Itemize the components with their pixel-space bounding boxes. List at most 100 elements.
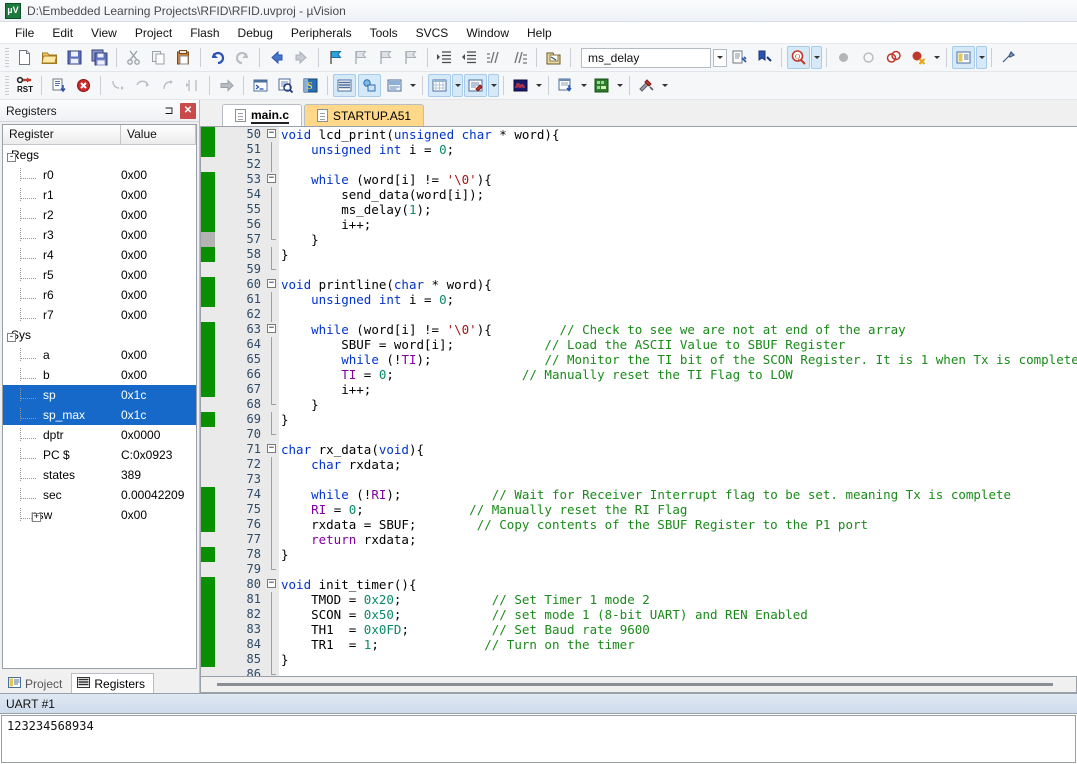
- toolbox-icon[interactable]: [635, 74, 658, 97]
- search-input[interactable]: [586, 49, 708, 66]
- symbols-icon[interactable]: S: [299, 74, 322, 97]
- registers-tree[interactable]: Register Value - Regs r0 0x00 r1 0x00 r2 0x00 r3…: [2, 124, 197, 669]
- uart-output-text[interactable]: 123234568934: [1, 715, 1076, 763]
- redo-icon[interactable]: [231, 46, 254, 69]
- system-viewer-dropdown[interactable]: [614, 74, 625, 97]
- code-line[interactable]: TI = 0; // Manually reset the TI Flag to…: [281, 367, 1077, 382]
- analysis-window-icon[interactable]: [509, 74, 532, 97]
- run-to-cursor-icon[interactable]: [181, 74, 204, 97]
- register-row[interactable]: sp 0x1c: [3, 385, 196, 405]
- code-line[interactable]: char rxdata;: [281, 457, 1077, 472]
- code-line[interactable]: }: [281, 232, 1077, 247]
- code-line[interactable]: void printline(char * word){: [281, 277, 1077, 292]
- code-editor[interactable]: 50 51 52 53 54 55 56 57 58 59 60 61 62 63 64 65 66 67 68 69…: [200, 126, 1077, 677]
- show-next-statement-icon[interactable]: [215, 74, 238, 97]
- register-row[interactable]: r5 0x00: [3, 265, 196, 285]
- search-input-container[interactable]: [581, 47, 711, 68]
- fold-collapse-icon[interactable]: −: [267, 324, 276, 333]
- code-line[interactable]: while (!TI); // Monitor the TI bit of th…: [281, 352, 1077, 367]
- editor-tab-main-c[interactable]: main.c: [222, 104, 303, 126]
- toolbox-dropdown[interactable]: [659, 74, 670, 97]
- code-line[interactable]: void init_timer(){: [281, 577, 1077, 592]
- fold-collapse-icon[interactable]: −: [267, 444, 276, 453]
- breakpoint-icon[interactable]: [832, 46, 855, 69]
- code-line[interactable]: }: [281, 247, 1077, 262]
- register-row[interactable]: r7 0x00: [3, 305, 196, 325]
- breakpoint-dropdown[interactable]: [931, 46, 942, 69]
- registers-window-icon[interactable]: [333, 74, 356, 97]
- pin-icon[interactable]: ⊐: [161, 103, 177, 119]
- editor-tab-startup-a51[interactable]: STARTUP.A51: [304, 104, 425, 126]
- register-row[interactable]: b 0x00: [3, 365, 196, 385]
- insert-bookmark-icon[interactable]: [728, 46, 751, 69]
- breakpoint-disable-icon[interactable]: [857, 46, 880, 69]
- call-stack-icon[interactable]: [358, 74, 381, 97]
- editor-horizontal-scrollbar[interactable]: [200, 677, 1077, 693]
- command-window-icon[interactable]: [249, 74, 272, 97]
- configuration-icon[interactable]: [997, 46, 1020, 69]
- code-line[interactable]: char rx_data(void){: [281, 442, 1077, 457]
- reset-cpu-icon[interactable]: RST: [13, 74, 36, 97]
- register-row[interactable]: states 389: [3, 465, 196, 485]
- watch-window-icon[interactable]: [383, 74, 406, 97]
- bookmark-prev-icon[interactable]: [349, 46, 372, 69]
- code-line[interactable]: [281, 427, 1077, 442]
- register-row[interactable]: a 0x00: [3, 345, 196, 365]
- collapse-icon[interactable]: -: [7, 153, 16, 162]
- trace-dropdown[interactable]: [578, 74, 589, 97]
- close-icon[interactable]: ✕: [180, 102, 196, 119]
- indent-icon[interactable]: [433, 46, 456, 69]
- code-line[interactable]: while (word[i] != '\0'){: [281, 172, 1077, 187]
- analysis-dropdown[interactable]: [533, 74, 544, 97]
- save-icon[interactable]: [63, 46, 86, 69]
- scrollbar-thumb[interactable]: [217, 683, 1054, 686]
- code-line[interactable]: return rxdata;: [281, 532, 1077, 547]
- manage-components-icon[interactable]: [952, 46, 975, 69]
- menu-item-view[interactable]: View: [82, 23, 126, 43]
- undo-icon[interactable]: [206, 46, 229, 69]
- system-viewer-icon[interactable]: [590, 74, 613, 97]
- register-row[interactable]: dptr 0x0000: [3, 425, 196, 445]
- bookmark-clear-icon[interactable]: [399, 46, 422, 69]
- register-row[interactable]: r4 0x00: [3, 245, 196, 265]
- expand-icon[interactable]: +: [32, 513, 41, 522]
- code-line[interactable]: [281, 262, 1077, 277]
- code-line[interactable]: SBUF = word[i]; // Load the ASCII Value …: [281, 337, 1077, 352]
- code-line[interactable]: rxdata = SBUF; // Copy contents of the S…: [281, 517, 1077, 532]
- step-over-icon[interactable]: [131, 74, 154, 97]
- code-line[interactable]: ms_delay(1);: [281, 202, 1077, 217]
- navigate-forward-icon[interactable]: [290, 46, 313, 69]
- new-file-icon[interactable]: [13, 46, 36, 69]
- search-dropdown-button[interactable]: [713, 48, 727, 67]
- code-line[interactable]: [281, 667, 1077, 676]
- search-target-dropdown[interactable]: [811, 46, 822, 69]
- code-line[interactable]: unsigned int i = 0;: [281, 292, 1077, 307]
- serial-window-dropdown[interactable]: [488, 74, 499, 97]
- bookmark-toggle-icon[interactable]: [324, 46, 347, 69]
- comment-icon[interactable]: [483, 46, 506, 69]
- register-row[interactable]: - Regs: [3, 145, 196, 165]
- register-row[interactable]: - Sys: [3, 325, 196, 345]
- code-line[interactable]: TMOD = 0x20; // Set Timer 1 mode 2: [281, 592, 1077, 607]
- code-line[interactable]: }: [281, 547, 1077, 562]
- register-row[interactable]: r2 0x00: [3, 205, 196, 225]
- menu-item-svcs[interactable]: SVCS: [407, 23, 458, 43]
- menu-item-file[interactable]: File: [6, 23, 43, 43]
- breakpoint-disable-all-icon[interactable]: [882, 46, 905, 69]
- toolbar-grip[interactable]: [5, 75, 9, 96]
- fold-collapse-icon[interactable]: −: [267, 129, 276, 138]
- fold-collapse-icon[interactable]: −: [267, 579, 276, 588]
- outdent-icon[interactable]: [458, 46, 481, 69]
- step-out-icon[interactable]: [156, 74, 179, 97]
- paste-icon[interactable]: [172, 46, 195, 69]
- menu-item-flash[interactable]: Flash: [181, 23, 228, 43]
- code-line[interactable]: void lcd_print(unsigned char * word){: [281, 127, 1077, 142]
- toolbar-grip[interactable]: [5, 47, 9, 68]
- register-row[interactable]: sec 0.00042209: [3, 485, 196, 505]
- register-row[interactable]: r6 0x00: [3, 285, 196, 305]
- menu-item-help[interactable]: Help: [518, 23, 561, 43]
- code-line[interactable]: SCON = 0x50; // set mode 1 (8-bit UART) …: [281, 607, 1077, 622]
- source-code-text[interactable]: void lcd_print(unsigned char * word){ un…: [279, 127, 1077, 676]
- register-row[interactable]: r0 0x00: [3, 165, 196, 185]
- step-into-icon[interactable]: [106, 74, 129, 97]
